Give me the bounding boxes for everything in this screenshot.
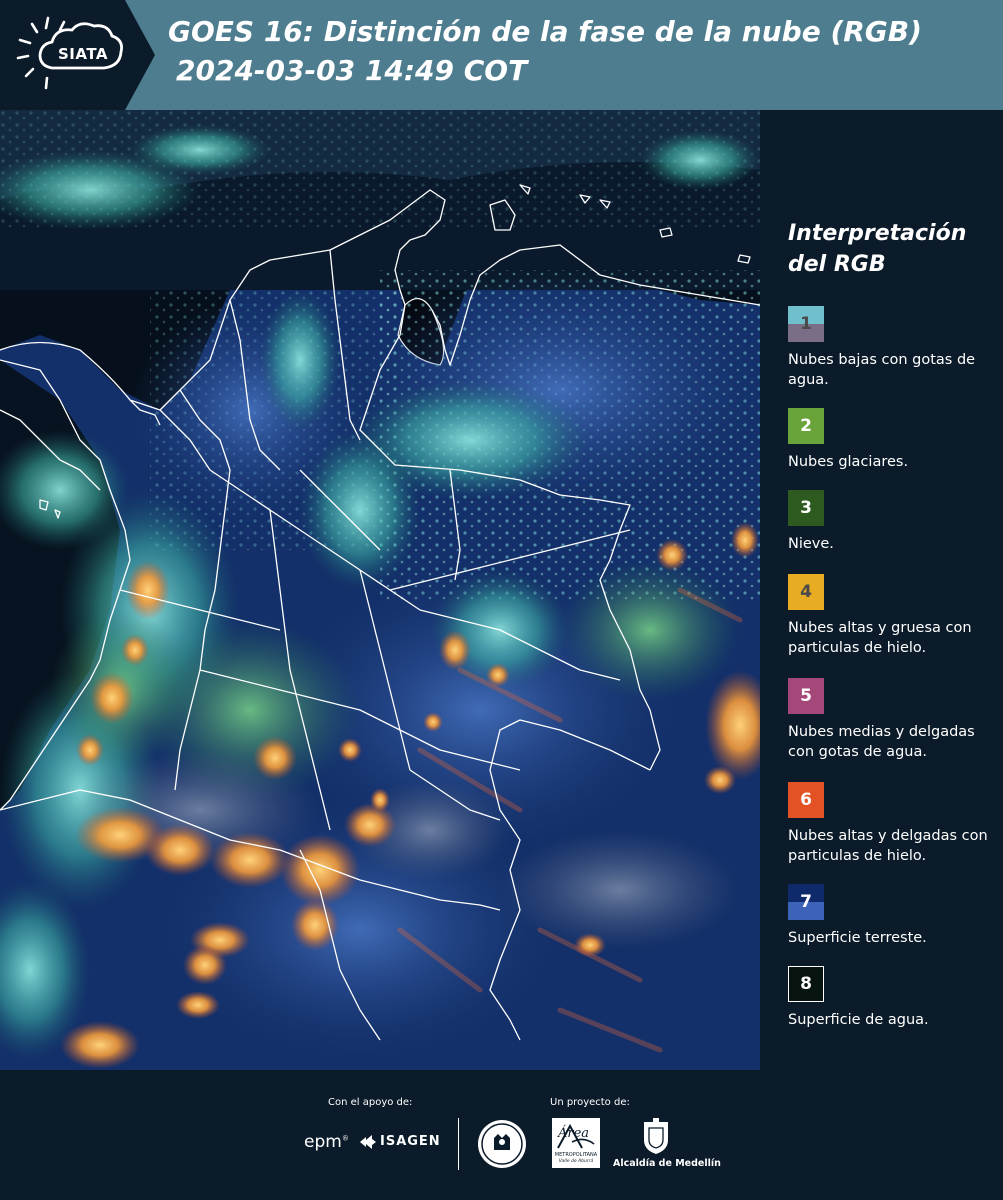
legend-label: Nubes bajas con gotas de agua. <box>788 352 976 388</box>
legend-swatch: 6 <box>788 782 824 818</box>
epm-logo: epm® <box>304 1132 349 1152</box>
legend-item-1: 1 Nubes bajas con gotas de agua. <box>788 306 1003 390</box>
logo-text: SIATA <box>57 45 108 63</box>
siata-logo: SIATA <box>0 0 155 110</box>
footer-bar: Con el apoyo de: Un proyecto de: epm® IS… <box>0 1070 1003 1200</box>
legend-item-6: 6 Nubes altas y delgadas con particulas d… <box>788 782 1003 866</box>
legend-item-4: 4 Nubes altas y gruesa con particulas de … <box>788 574 1003 658</box>
epm-logo-text: epm <box>304 1132 342 1152</box>
page-title: GOES 16: Distinción de la fase de la nub… <box>168 12 988 104</box>
legend-label: Nubes altas y gruesa con particulas de h… <box>788 620 972 656</box>
legend-swatch: 4 <box>788 574 824 610</box>
legend-swatch: 7 <box>788 884 824 920</box>
area-logo-text: Área <box>558 1126 590 1141</box>
legend-swatch: 2 <box>788 408 824 444</box>
footer-divider <box>458 1118 459 1170</box>
legend-label: Nieve. <box>788 536 834 552</box>
alcaldia-shield-icon <box>644 1118 668 1154</box>
legend-number: 1 <box>800 314 812 334</box>
isagen-icon <box>360 1135 376 1149</box>
legend-panel: Interpretación del RGB 1 Nubes bajas con … <box>760 110 1003 1070</box>
legend-label: Nubes glaciares. <box>788 454 909 470</box>
project-label: Un proyecto de: <box>550 1097 630 1108</box>
area-logo-subtitle: METROPOLITANA <box>554 1152 598 1158</box>
area-metropolitana-logo: Área METROPOLITANA Valle de Aburrá <box>552 1118 600 1172</box>
area-logo-subtitle-2: Valle de Aburrá <box>558 1159 594 1164</box>
legend-label: Nubes medias y delgadas con gotas de agu… <box>788 724 975 760</box>
timestamp-text: 2024-03-03 14:49 COT <box>176 54 528 87</box>
legend-number: 8 <box>800 974 812 994</box>
support-label: Con el apoyo de: <box>328 1097 413 1108</box>
legend-number: 2 <box>800 416 812 436</box>
legend-items: 1 Nubes bajas con gotas de agua. 2 Nubes gl… <box>788 306 1003 1030</box>
legend-label: Nubes altas y delgadas con particulas de… <box>788 828 988 864</box>
legend-number: 4 <box>800 582 812 602</box>
legend-number: 3 <box>800 498 812 518</box>
legend-item-8: 8 Superficie de agua. <box>788 966 1003 1030</box>
isagen-logo: ISAGEN <box>358 1134 441 1149</box>
alcaldia-label: Alcaldía de Medellín <box>613 1158 721 1169</box>
legend-swatch: 8 <box>788 966 824 1002</box>
legend-label: Superficie de agua. <box>788 1012 929 1028</box>
legend-item-7: 7 Superficie terreste. <box>788 884 1003 948</box>
legend-title: Interpretación del RGB <box>788 221 967 277</box>
legend-number: 7 <box>800 892 812 912</box>
satellite-image <box>0 110 760 1070</box>
legend-label: Superficie terreste. <box>788 930 927 946</box>
legend-swatch: 5 <box>788 678 824 714</box>
title-text: GOES 16: Distinción de la fase de la nub… <box>168 15 922 48</box>
satellite-map <box>0 110 760 1070</box>
legend-number: 5 <box>800 686 812 706</box>
legend-swatch: 1 <box>788 306 824 342</box>
header-bar: SIATA GOES 16: Distinción de la fase de … <box>0 0 1003 110</box>
legend-item-3: 3 Nieve. <box>788 490 1003 554</box>
university-seal-icon <box>478 1120 526 1168</box>
legend-swatch: 3 <box>788 490 824 526</box>
legend-number: 6 <box>800 790 812 810</box>
legend-item-2: 2 Nubes glaciares. <box>788 408 1003 472</box>
legend-item-5: 5 Nubes medias y delgadas con gotas de ag… <box>788 678 1003 762</box>
